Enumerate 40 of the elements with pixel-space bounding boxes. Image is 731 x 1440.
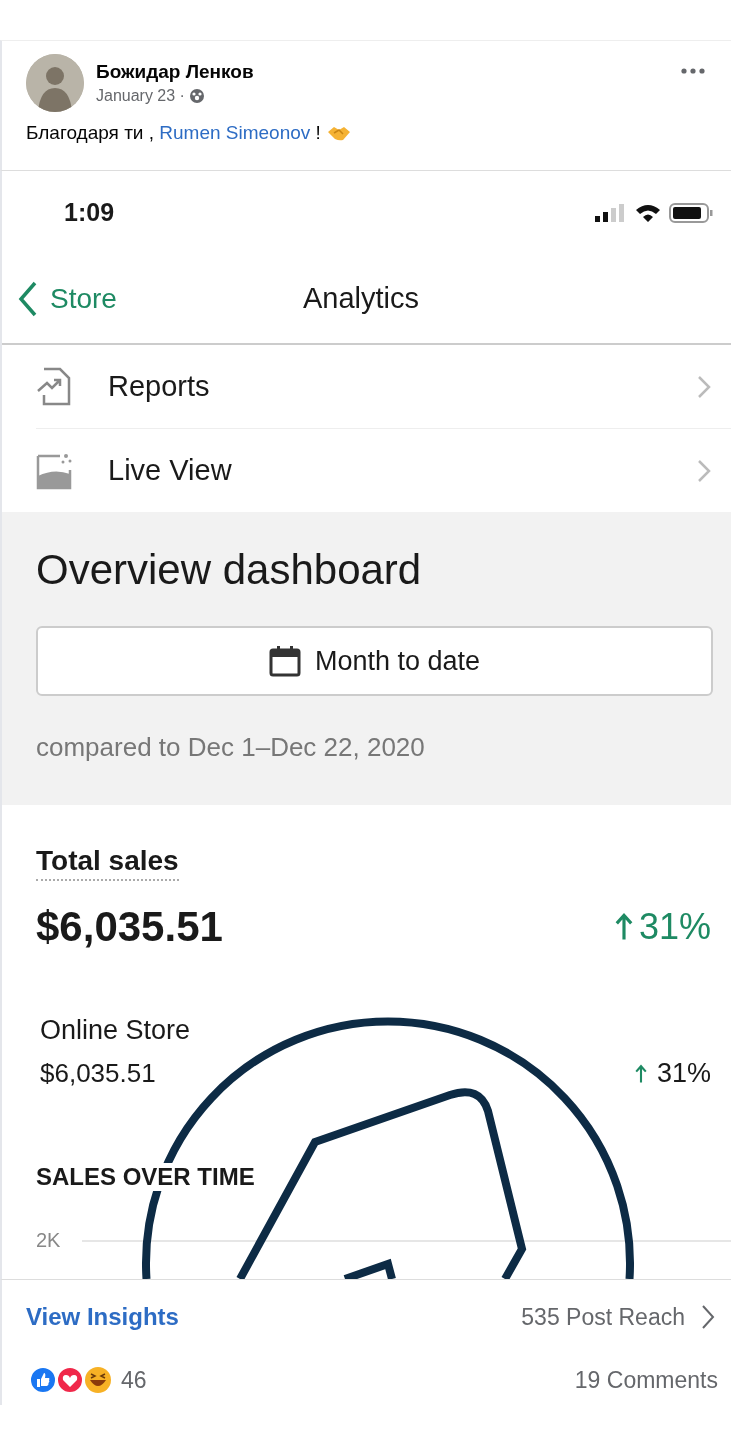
date-range-button[interactable]: Month to date	[36, 626, 713, 696]
total-sales-change: 31%	[638, 906, 711, 948]
back-button[interactable]: Store	[18, 280, 117, 317]
live-view-icon	[36, 451, 72, 490]
battery-icon	[669, 202, 713, 223]
author-name[interactable]: Божидар Ленков	[96, 61, 669, 83]
chevron-right-icon	[701, 1304, 715, 1330]
post-caption: Благодаря ти , Rumen Simeonov !	[26, 122, 321, 144]
view-insights-link[interactable]: View Insights	[26, 1303, 179, 1331]
calendar-icon	[268, 645, 301, 677]
reaction-count: 46	[121, 1366, 147, 1394]
post-reach-button[interactable]: 535 Post Reach	[521, 1303, 715, 1331]
channel-name: Online Store	[40, 1015, 191, 1046]
comparison-text: compared to Dec 1–Dec 22, 2020	[36, 732, 425, 763]
avatar[interactable]	[26, 54, 84, 112]
audience-icon[interactable]	[188, 88, 205, 104]
axis-tick-label: 2K	[36, 1229, 61, 1252]
screen-title: Analytics	[303, 282, 420, 315]
chevron-right-icon	[697, 458, 711, 483]
up-arrow-icon	[614, 912, 633, 942]
chart-title: SALES OVER TIME	[36, 1163, 255, 1191]
comments-count[interactable]: 19 Comments	[574, 1366, 718, 1394]
total-sales-value: $6,035.51	[36, 903, 223, 951]
channel-value: $6,035.51	[40, 1058, 156, 1089]
post-date[interactable]: January 23 ·	[96, 87, 185, 105]
reactions-icon[interactable]	[29, 1366, 111, 1394]
handshake-icon	[326, 124, 351, 142]
mention-link[interactable]: Rumen Simeonov	[159, 122, 311, 143]
channel-change: 31%	[656, 1058, 711, 1089]
wifi-icon	[635, 202, 661, 223]
more-icon[interactable]	[681, 68, 705, 74]
back-chevron-icon	[18, 280, 38, 317]
up-arrow-icon	[634, 1063, 647, 1084]
status-time: 1:09	[64, 198, 115, 227]
metric-label[interactable]: Total sales	[36, 845, 179, 881]
report-chart-icon	[36, 366, 72, 407]
section-heading: Overview dashboard	[36, 545, 422, 595]
signal-icon	[595, 203, 627, 222]
chevron-right-icon	[697, 374, 711, 399]
menu-row[interactable]: Reports	[2, 345, 731, 428]
